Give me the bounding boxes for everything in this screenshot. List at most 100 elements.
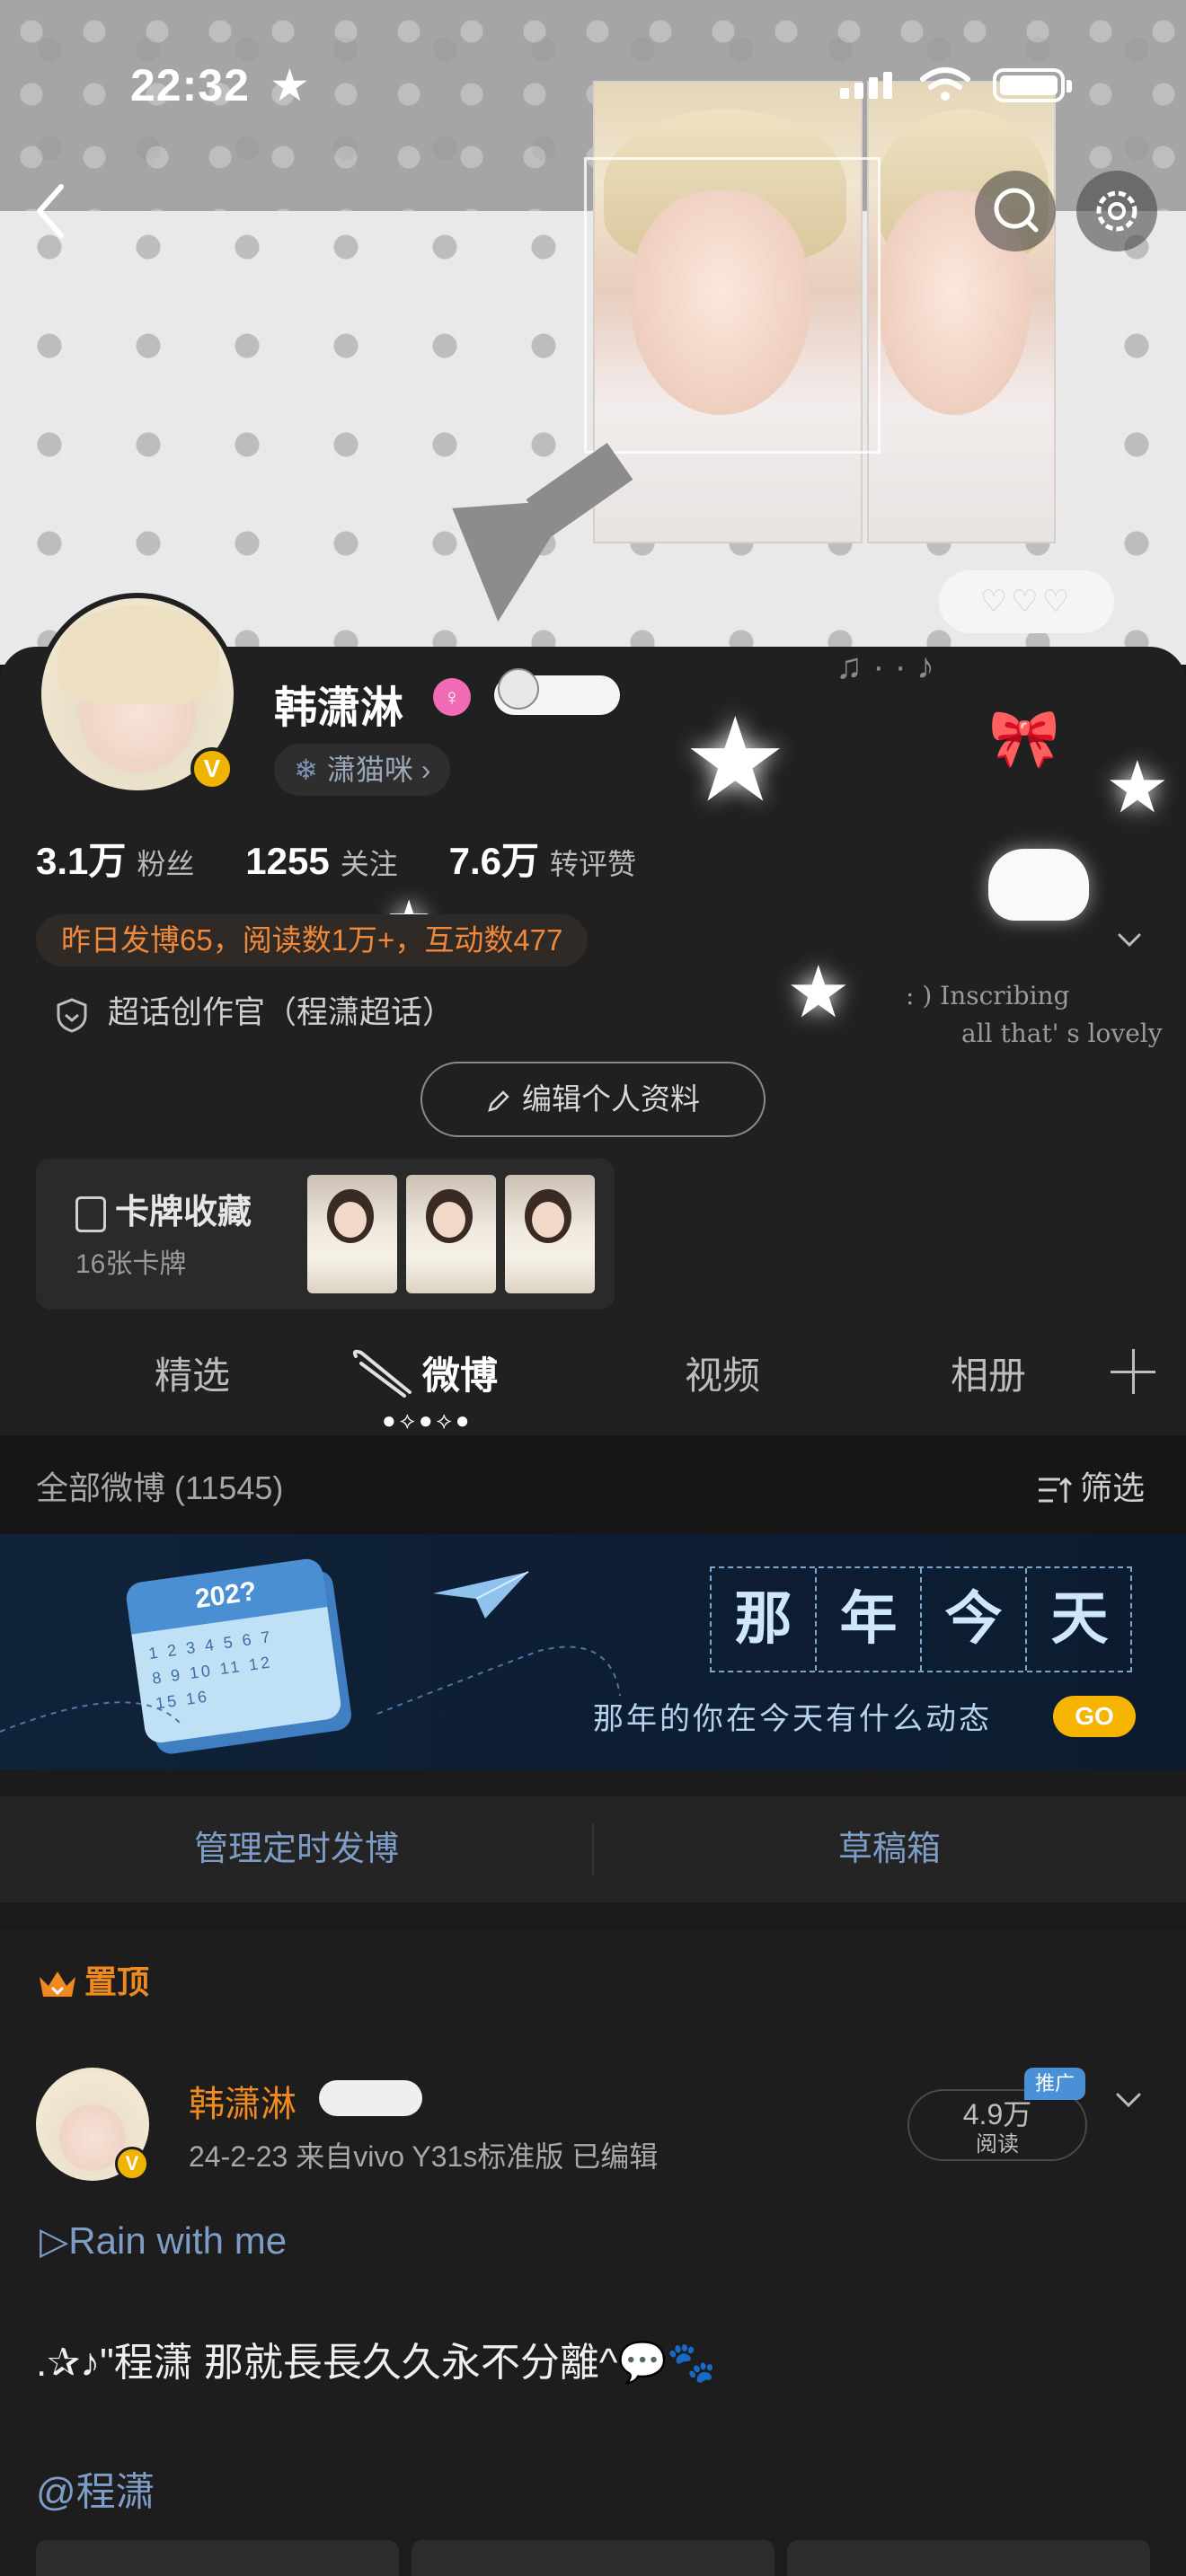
- filter-icon: [1038, 1478, 1073, 1504]
- snowflake-icon: ❄: [294, 754, 318, 786]
- card-count: 16张卡牌: [75, 1249, 187, 1279]
- edit-profile-label: 编辑个人资料: [522, 1082, 700, 1116]
- decorative-star: ★: [1105, 747, 1170, 827]
- stat-interactions[interactable]: 7.6万 转评赞: [449, 831, 636, 886]
- tab-weibo[interactable]: 微博: [422, 1345, 498, 1400]
- post-author-name[interactable]: 韩潇淋: [189, 2075, 296, 2127]
- supertopic-label: 潇猫咪: [326, 754, 413, 786]
- post-text: .✰♪"程潇 那就長長久久永不分離^💬🐾: [36, 2341, 717, 2385]
- post-image[interactable]: [787, 2540, 1150, 2576]
- on-this-day-banner[interactable]: 202? 1 2 3 4 5 6 7 8 9 10 11 12 15 16 那 …: [0, 1534, 1186, 1769]
- tab-album[interactable]: 相册: [951, 1345, 1026, 1400]
- card-collection[interactable]: 卡牌收藏 16张卡牌: [36, 1159, 615, 1310]
- music-notes-doodle: ♫ · · ♪: [836, 647, 934, 686]
- card-thumbnail[interactable]: [505, 1175, 595, 1293]
- stat-following[interactable]: 1255 关注: [245, 840, 397, 883]
- shield-icon: [57, 998, 87, 1033]
- edit-profile-button[interactable]: 编辑个人资料: [420, 1062, 766, 1137]
- crown-icon: [40, 1972, 75, 1998]
- read-count-badge[interactable]: 4.9万 阅读: [907, 2089, 1087, 2161]
- drafts-button[interactable]: 草稿箱: [593, 1796, 1186, 1902]
- certification-text: 超话创作官（程潇超话）: [108, 995, 455, 1030]
- certification-row[interactable]: 超话创作官（程潇超话）: [56, 988, 454, 1038]
- decorative-star: ★: [786, 952, 851, 1032]
- stat-value: 1255: [245, 840, 330, 882]
- add-tab-icon[interactable]: [1111, 1349, 1155, 1394]
- stat-value: 3.1万: [36, 840, 127, 882]
- status-bar: 22:32 ★: [0, 54, 1186, 117]
- verified-badge: V: [115, 2147, 149, 2181]
- filter-button[interactable]: 筛选: [1037, 1462, 1145, 1509]
- back-arrow-icon[interactable]: [27, 180, 81, 243]
- mention-link[interactable]: @程潇: [36, 2459, 155, 2517]
- cover-photo-right: [867, 81, 1056, 543]
- card-icon: [75, 1195, 106, 1232]
- stat-label: 粉丝: [137, 848, 195, 880]
- stat-followers[interactable]: 3.1万 粉丝: [36, 831, 194, 886]
- cover-arrow: [413, 447, 575, 622]
- post-image[interactable]: [412, 2540, 774, 2576]
- avatar-hair: [58, 605, 219, 704]
- cat-sticker: [988, 849, 1089, 921]
- title-char: 那: [712, 1568, 817, 1671]
- status-time: 22:32: [130, 60, 250, 110]
- music-link[interactable]: ▷Rain with me: [40, 2219, 287, 2263]
- post-actions-row: 管理定时发博 草稿箱: [0, 1796, 1186, 1902]
- pinned-text: 置顶: [84, 1963, 150, 2000]
- pencil-icon: [488, 1090, 509, 1113]
- tab-video[interactable]: 视频: [685, 1345, 760, 1400]
- chevron-down-icon[interactable]: [1112, 2084, 1145, 2116]
- active-tab-indicator: ●⟡●⟡●: [382, 1407, 474, 1434]
- go-button[interactable]: GO: [1053, 1696, 1136, 1737]
- activity-highlight[interactable]: 昨日发博65，阅读数1万+，互动数477: [36, 914, 589, 966]
- read-count-label: 阅读: [976, 2132, 1019, 2157]
- cellular-signal-icon: [840, 72, 898, 99]
- supertopic-pill[interactable]: ❄ 潇猫咪 ›: [274, 744, 451, 796]
- stat-label: 转评赞: [550, 848, 637, 880]
- card-thumbnail[interactable]: [307, 1175, 397, 1293]
- title-char: 年: [817, 1568, 922, 1671]
- on-this-day-title: 那 年 今 天: [710, 1566, 1132, 1672]
- pinned-post[interactable]: 置顶 V 韩潇淋 24-2-23 来自vivo Y31s标准版 已编辑 4.9万…: [0, 1929, 1186, 2576]
- scheduled-posts-button[interactable]: 管理定时发博: [0, 1796, 593, 1902]
- female-icon: ♀: [433, 678, 471, 716]
- profile-name: 韩潇淋: [274, 684, 404, 732]
- search-button[interactable]: [975, 171, 1056, 251]
- cover-frame: [584, 157, 881, 454]
- gear-icon: [1096, 190, 1137, 232]
- deco-script-line-2: all that' s lovely: [961, 1019, 1163, 1048]
- post-image[interactable]: [36, 2540, 399, 2576]
- settings-button[interactable]: [1076, 171, 1157, 251]
- tab-featured[interactable]: 精选: [155, 1345, 230, 1400]
- chevron-down-icon[interactable]: [1114, 925, 1145, 956]
- star-icon: ★: [270, 60, 310, 110]
- card-thumbnail[interactable]: [406, 1175, 496, 1293]
- post-count: 全部微博 (11545): [36, 1469, 284, 1506]
- deco-script-line-1: : ) Inscribing: [906, 981, 1070, 1010]
- verified-badge: V: [190, 747, 234, 790]
- filter-label: 筛选: [1079, 1469, 1145, 1506]
- medal-badge[interactable]: [494, 668, 620, 715]
- bow-doodle: 🎀: [988, 706, 1060, 771]
- medal-badge: [319, 2080, 422, 2116]
- battery-icon: [993, 68, 1072, 102]
- wifi-icon: [920, 67, 970, 101]
- banner-subtitle: 那年的你在今天有什么动态: [593, 1702, 992, 1736]
- safety-pin-icon: [352, 1349, 412, 1398]
- search-icon: [994, 188, 1039, 233]
- title-char: 今: [922, 1568, 1027, 1671]
- read-count-value: 4.9万: [962, 2098, 1032, 2130]
- stat-label: 关注: [340, 848, 398, 880]
- promote-tag[interactable]: 推广: [1024, 2068, 1085, 2100]
- card-collection-title-text: 卡牌收藏: [115, 1194, 252, 1231]
- post-meta: 24-2-23 来自vivo Y31s标准版 已编辑: [189, 2140, 659, 2173]
- dashed-path: [0, 1645, 621, 1733]
- title-char: 天: [1050, 1585, 1109, 1653]
- profile-stats: 3.1万 粉丝 1255 关注 7.6万 转评赞: [36, 831, 679, 886]
- speech-bubble-hearts: ♡♡♡: [939, 570, 1114, 633]
- stat-value: 7.6万: [448, 840, 540, 882]
- chevron-right-icon: ›: [412, 754, 431, 786]
- feed-header: 全部微博 (11545) 筛选: [0, 1435, 1186, 1534]
- card-collection-title: 卡牌收藏: [75, 1184, 252, 1233]
- profile-tabs: 精选 微博 视频 相册: [0, 1319, 1186, 1435]
